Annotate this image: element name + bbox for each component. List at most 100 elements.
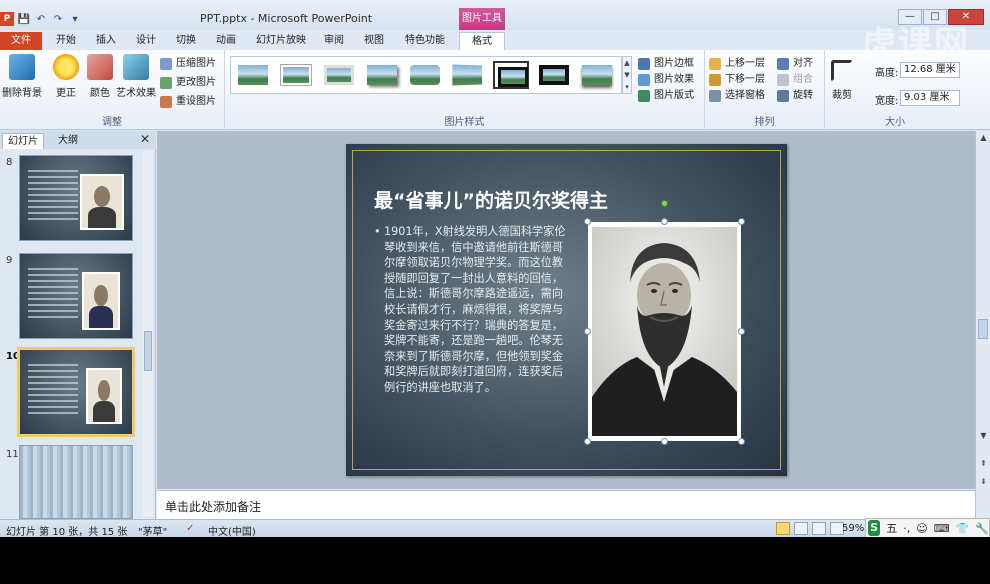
picture-style-5[interactable] [407, 61, 443, 89]
resize-handle-s[interactable] [661, 438, 668, 445]
video-letterbox [0, 537, 990, 584]
selection-pane-button[interactable]: 选择窗格 [709, 88, 765, 104]
slide-thumbnail-8[interactable] [19, 155, 133, 241]
keyboard-icon[interactable]: ⌨ [934, 522, 950, 535]
picture-layout-button[interactable]: 图片版式 [638, 88, 694, 104]
current-slide[interactable]: 最“省事儿”的诺贝尔奖得主 • 1901年，X射线发明人德国科学家伦琴收到来信，… [346, 144, 787, 476]
bring-forward-icon [709, 58, 721, 70]
tab-review[interactable]: 审阅 [318, 32, 350, 50]
punctuation-icon[interactable]: ·, [903, 522, 910, 535]
resize-handle-nw[interactable] [584, 218, 591, 225]
slide-thumbnail-11[interactable] [19, 445, 133, 519]
ribbon-tabs: 文件 开始 插入 设计 切换 动画 幻灯片放映 审阅 视图 特色功能 格式 [0, 30, 990, 50]
reset-picture-button[interactable]: 重设图片 [160, 94, 216, 110]
rotate-button[interactable]: 旋转 [777, 88, 813, 104]
align-button[interactable]: 对齐 [777, 56, 813, 72]
ribbon: 删除背景 更正 颜色 艺术效果 压缩图片 更改图片 重设图片 调整 图片样式 ▲… [0, 50, 990, 130]
sogou-ime-icon[interactable]: S [868, 520, 881, 536]
picture-style-1[interactable] [235, 61, 271, 89]
picture-style-2[interactable] [278, 61, 314, 89]
picture-style-6[interactable] [450, 61, 486, 89]
reading-view-button[interactable] [812, 522, 826, 535]
redo-icon[interactable]: ↷ [51, 12, 65, 26]
resize-handle-se[interactable] [738, 438, 745, 445]
tab-animations[interactable]: 动画 [210, 32, 242, 50]
skin-icon[interactable]: 👕 [956, 522, 970, 535]
picture-effects-button[interactable]: 图片效果 [638, 72, 694, 88]
tab-outline[interactable]: 大纲 [50, 133, 86, 149]
tab-view[interactable]: 视图 [358, 32, 390, 50]
tab-transitions[interactable]: 切换 [170, 32, 202, 50]
status-bar: 幻灯片 第 10 张，共 15 张 "茅草" ✓ 中文(中国) 59% [0, 519, 990, 538]
language-status[interactable]: 中文(中国) [208, 523, 256, 538]
picture-style-3[interactable] [321, 61, 357, 89]
width-field[interactable]: 9.03 厘米 [900, 90, 960, 106]
width-label: 宽度: [875, 96, 899, 107]
align-icon [777, 58, 789, 70]
change-picture-button[interactable]: 更改图片 [160, 75, 216, 91]
undo-icon[interactable]: ↶ [34, 12, 48, 26]
sun-icon [53, 54, 79, 80]
slides-pane-scrollbar[interactable] [143, 151, 153, 517]
gallery-scroll-arrows[interactable]: ▲ ▼ ▾ [622, 56, 632, 94]
remove-background-button[interactable]: 删除背景 [2, 54, 42, 99]
tab-slides[interactable]: 幻灯片 [2, 133, 44, 149]
slide-title[interactable]: 最“省事儿”的诺贝尔奖得主 [374, 186, 608, 213]
resize-handle-sw[interactable] [584, 438, 591, 445]
customize-qat-icon[interactable]: ▾ [68, 12, 82, 26]
quick-access-toolbar: P 💾 ↶ ↷ ▾ [0, 10, 82, 28]
settings-icon[interactable]: 🔧 [975, 522, 989, 535]
editor-scrollbar[interactable]: ▲ ▼ ⇞ ⇟ [975, 131, 990, 519]
tab-special-features[interactable]: 特色功能 [400, 32, 450, 50]
slide-thumbnail-10[interactable] [17, 347, 135, 437]
artistic-effects-icon [123, 54, 149, 80]
bring-forward-button[interactable]: 上移一层 [709, 56, 765, 72]
picture-effects-icon [638, 74, 650, 86]
picture-style-8[interactable] [536, 61, 572, 89]
rotation-handle[interactable] [661, 200, 668, 207]
slide-thumbnail-9[interactable] [19, 253, 133, 339]
spellcheck-icon[interactable]: ✓ [186, 523, 194, 534]
slide-sorter-view-button[interactable] [794, 522, 808, 535]
resize-handle-ne[interactable] [738, 218, 745, 225]
tab-insert[interactable]: 插入 [90, 32, 122, 50]
picture-border-button[interactable]: 图片边框 [638, 56, 694, 72]
resize-handle-e[interactable] [738, 328, 745, 335]
picture-style-9[interactable] [579, 61, 615, 89]
artistic-effects-button[interactable]: 艺术效果 [114, 54, 158, 99]
change-picture-icon [160, 77, 172, 89]
group-button[interactable]: 组合 [777, 72, 813, 88]
tab-format[interactable]: 格式 [459, 32, 505, 50]
picture-border-icon [638, 58, 650, 70]
picture-styles-gallery [230, 56, 622, 94]
picture-style-4[interactable] [364, 61, 400, 89]
slide-body-text[interactable]: • 1901年，X射线发明人德国科学家伦琴收到来信，信中邀请他前往斯德哥尔摩领取… [374, 224, 570, 396]
group-icon [777, 74, 789, 86]
save-icon[interactable]: 💾 [17, 12, 31, 26]
tab-slideshow[interactable]: 幻灯片放映 [252, 32, 310, 50]
compress-pictures-button[interactable]: 压缩图片 [160, 56, 216, 72]
tab-design[interactable]: 设计 [130, 32, 162, 50]
resize-handle-n[interactable] [661, 218, 668, 225]
notes-pane[interactable]: 单击此处添加备注 [157, 490, 975, 519]
picture-style-7[interactable] [493, 61, 529, 89]
tab-file[interactable]: 文件 [0, 32, 42, 50]
remove-background-icon [9, 54, 35, 80]
emoji-icon[interactable]: ☺ [916, 522, 927, 535]
selected-picture[interactable] [588, 222, 741, 441]
send-backward-icon [709, 74, 721, 86]
rotate-icon [777, 90, 789, 102]
zoom-level[interactable]: 59% [842, 523, 864, 534]
normal-view-button[interactable] [776, 522, 790, 535]
send-backward-button[interactable]: 下移一层 [709, 72, 765, 88]
picture-tools-header: 图片工具 [459, 8, 505, 30]
resize-handle-w[interactable] [584, 328, 591, 335]
crop-button[interactable]: 裁剪 [827, 54, 857, 101]
slide-number-11: 11 [6, 449, 19, 460]
compress-icon [160, 58, 172, 70]
tab-home[interactable]: 开始 [50, 32, 82, 50]
powerpoint-logo-icon[interactable]: P [0, 12, 14, 26]
close-pane-icon[interactable]: ✕ [140, 132, 150, 146]
title-bar: P 💾 ↶ ↷ ▾ PPT.pptx - Microsoft PowerPoin… [0, 0, 990, 30]
ime-mode-icon[interactable]: 五 [886, 520, 897, 536]
